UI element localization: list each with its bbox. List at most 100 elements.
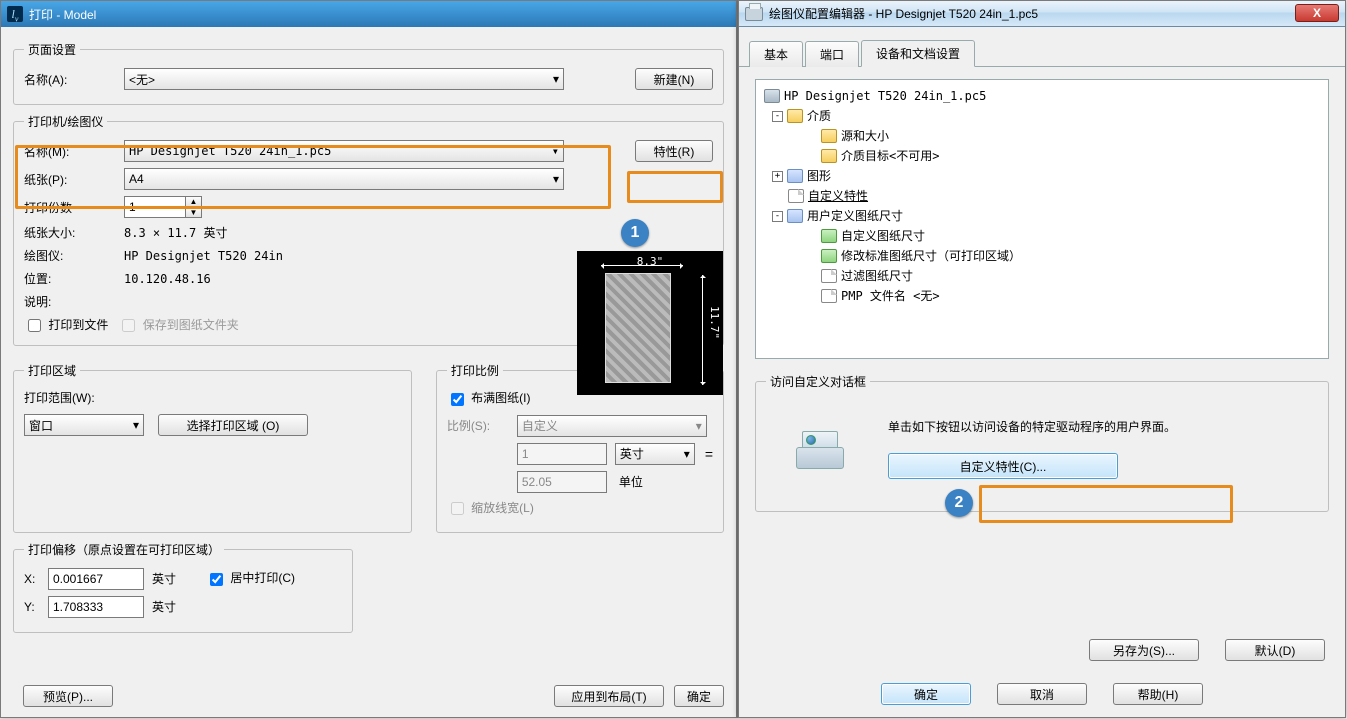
tree-media-dest[interactable]: 介质目标<不可用> [841,146,939,166]
x-label: X: [24,572,48,586]
tab-device-doc[interactable]: 设备和文档设置 [861,40,975,67]
expand-icon[interactable]: + [772,171,783,182]
tree-us-filter[interactable]: 过滤图纸尺寸 [841,266,913,286]
folder-icon [821,129,837,143]
usersize-icon [787,209,803,223]
ratio-combo[interactable]: 自定义▾ [517,415,707,437]
y-unit: 英寸 [152,598,176,615]
plotter-name2-value: HP Designjet T520 24in [124,249,283,263]
tree-root[interactable]: HP Designjet T520 24in_1.pc5 [784,86,986,106]
pagesetup-name-combo[interactable]: <无> ▾ [124,68,564,90]
tree-usersizes[interactable]: 用户定义图纸尺寸 [807,206,903,226]
scale-num2[interactable] [517,471,607,493]
print-titlebar[interactable]: lv 打印 - Model [1,1,736,27]
tree-pmp[interactable]: PMP 文件名 <无> [841,286,940,306]
y-label: Y: [24,600,48,614]
unit-unit: 单位 [619,473,643,490]
tree-graphics[interactable]: 图形 [807,166,831,186]
plotter-name2-label: 绘图仪: [24,247,124,264]
page-icon [821,289,837,303]
ok-button[interactable]: 确定 [881,683,971,705]
access-legend: 访问自定义对话框 [766,373,870,390]
tree-media-src[interactable]: 源和大小 [841,126,889,146]
plotter-title: 绘图仪配置编辑器 - HP Designjet T520 24in_1.pc5 [769,5,1038,22]
print-footer: 预览(P)... 应用到布局(T) 确定 [13,685,724,707]
equals-sign: = [705,446,713,462]
tree-us-mod[interactable]: 修改标准图纸尺寸（可打印区域） [841,246,1021,266]
new-button[interactable]: 新建(N) [635,68,713,90]
page-icon [788,189,804,203]
copies-spinner[interactable]: ▲▼ [124,196,202,218]
copies-label: 打印份数 [24,199,124,216]
fit-paper-check[interactable]: 布满图纸(I) [447,389,531,408]
properties-button[interactable]: 特性(R) [635,140,713,162]
pick-area-button[interactable]: 选择打印区域 (O) [158,414,308,436]
save-to-folder-check[interactable]: 保存到图纸文件夹 [118,316,238,335]
tree-us-custom[interactable]: 自定义图纸尺寸 [841,226,925,246]
spin-up-icon[interactable]: ▲ [186,197,201,208]
default-button[interactable]: 默认(D) [1225,639,1325,661]
graphics-icon [787,169,803,183]
access-custom-group: 访问自定义对话框 单击如下按钮以访问设备的特定驱动程序的用户界面。 自定义特性(… [755,373,1329,512]
scale-unit-combo[interactable]: 英寸▾ [615,443,695,465]
tab-strip: 基本 端口 设备和文档设置 [739,27,1345,67]
offset-group: 打印偏移（原点设置在可打印区域） X: 英寸 居中打印(C) Y: 英寸 [13,541,353,633]
range-combo[interactable]: 窗口▾ [24,414,144,436]
spin-down-icon[interactable]: ▼ [186,208,201,218]
x-input[interactable] [48,568,144,590]
collapse-icon[interactable]: - [772,111,783,122]
desc-label: 说明: [24,293,124,310]
scale-num1[interactable] [517,443,607,465]
pagesetup-name-label: 名称(A): [24,71,124,88]
preview-h: 11.7" [708,251,721,395]
print-area-group: 打印区域 打印范围(W): 窗口▾ 选择打印区域 (O) [13,362,412,533]
scale-linewidth-check[interactable]: 缩放线宽(L) [447,499,534,518]
custom-properties-button[interactable]: 自定义特性(C)... [888,453,1118,479]
ratio-label: 比例(S): [447,417,517,434]
badge-1: 1 [621,219,649,247]
tree-custom-props[interactable]: 自定义特性 [808,186,868,206]
ok-button-left[interactable]: 确定 [674,685,724,707]
folder-icon [821,149,837,163]
plotter-legend: 打印机/绘图仪 [24,113,107,130]
tab-port[interactable]: 端口 [805,41,859,67]
plotter-titlebar[interactable]: 绘图仪配置编辑器 - HP Designjet T520 24in_1.pc5 … [739,1,1345,27]
page-icon [821,269,837,283]
paper-label: 纸张(P): [24,171,124,188]
collapse-icon[interactable]: - [772,211,783,222]
plotter-config-window: 绘图仪配置编辑器 - HP Designjet T520 24in_1.pc5 … [738,0,1346,718]
center-print-check[interactable]: 居中打印(C) [206,569,295,588]
plotter-name-label: 名称(M): [24,143,124,160]
cancel-button[interactable]: 取消 [997,683,1087,705]
tree-media[interactable]: 介质 [807,106,831,126]
badge-2: 2 [945,489,973,517]
saveas-button[interactable]: 另存为(S)... [1089,639,1199,661]
size-icon [821,249,837,263]
plotter-graphic-icon [792,425,848,473]
help-button[interactable]: 帮助(H) [1113,683,1203,705]
tab-basic[interactable]: 基本 [749,41,803,67]
offset-legend: 打印偏移（原点设置在可打印区域） [24,541,224,558]
copies-input[interactable] [125,197,185,217]
folder-icon [787,109,803,123]
print-to-file-check[interactable]: 打印到文件 [24,316,108,335]
print-title: 打印 - Model [29,6,96,23]
settings-tree[interactable]: HP Designjet T520 24in_1.pc5 - 介质 源和大小 介质… [755,79,1329,359]
page-setup-group: 页面设置 名称(A): <无> ▾ 新建(N) [13,41,724,105]
access-hint: 单击如下按钮以访问设备的特定驱动程序的用户界面。 [888,418,1312,435]
plotter-name-combo[interactable]: HP Designjet T520 24in_1.pc5 ▾ [124,140,564,162]
papersize-value: 8.3 × 11.7 英寸 [124,224,227,241]
scale-legend: 打印比例 [447,362,503,379]
paper-combo[interactable]: A4 ▾ [124,168,564,190]
location-value: 10.120.48.16 [124,272,211,286]
printer-icon [745,7,763,21]
preview-button[interactable]: 预览(P)... [23,685,113,707]
close-icon[interactable]: X [1295,4,1339,22]
paper-preview: 8.3" 11.7" [577,251,723,395]
area-legend: 打印区域 [24,362,80,379]
apply-layout-button[interactable]: 应用到布局(T) [554,685,664,707]
y-input[interactable] [48,596,144,618]
location-label: 位置: [24,270,124,287]
print-dialog-window: lv 打印 - Model 页面设置 名称(A): <无> ▾ 新建(N) 打印… [0,0,738,718]
page-setup-legend: 页面设置 [24,41,80,58]
